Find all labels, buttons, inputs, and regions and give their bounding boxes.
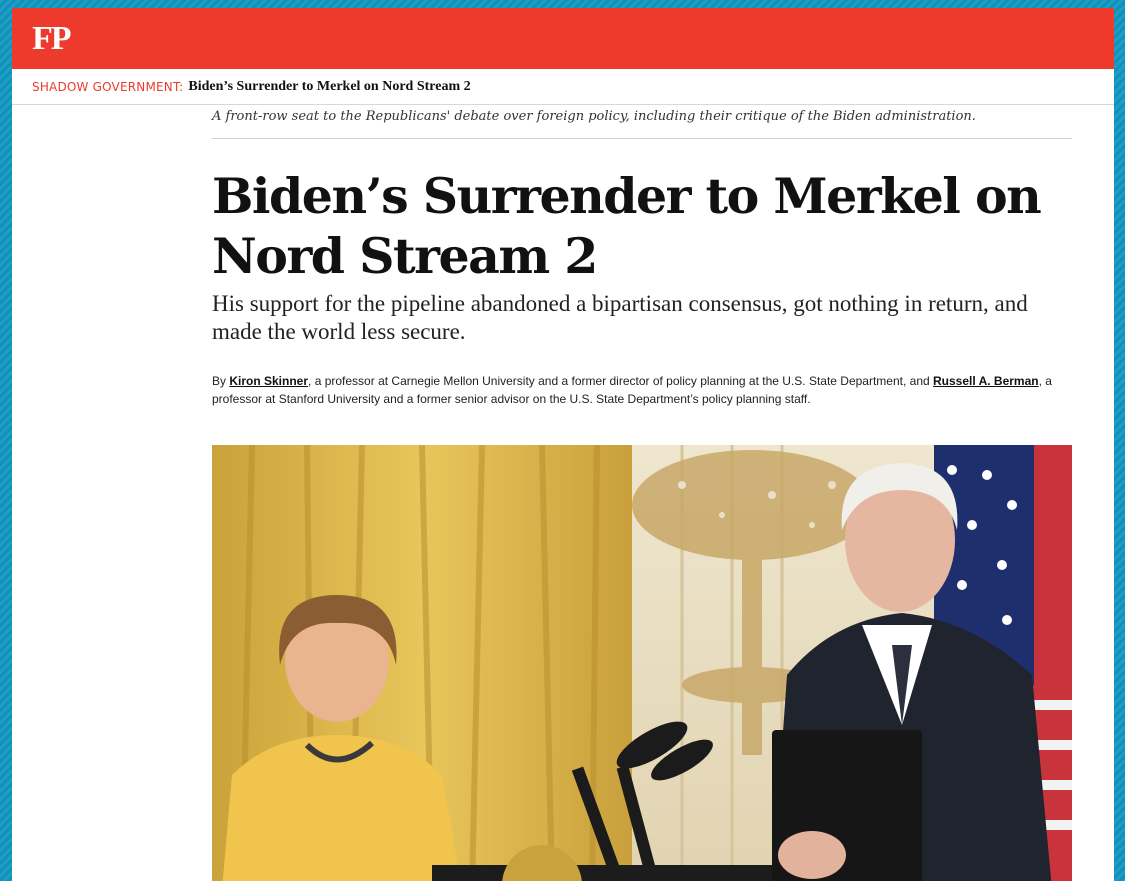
section-link[interactable]: SHADOW GOVERNMENT:	[32, 80, 183, 94]
article-photo	[212, 445, 1072, 881]
section-tagline: A front-row seat to the Republicans' deb…	[212, 105, 1072, 139]
section-article-title: Biden’s Surrender to Merkel on Nord Stre…	[188, 78, 471, 94]
author-1-description: , a professor at Carnegie Mellon Univers…	[308, 374, 934, 388]
author-link-1[interactable]: Kiron Skinner	[229, 374, 308, 388]
byline: By Kiron Skinner, a professor at Carnegi…	[212, 372, 1072, 408]
browser-page: FP SHADOW GOVERNMENT: Biden’s Surrender …	[12, 8, 1114, 881]
author-link-2[interactable]: Russell A. Berman	[933, 374, 1039, 388]
masthead: FP	[12, 8, 1114, 69]
article: A front-row seat to the Republicans' deb…	[212, 105, 1072, 408]
article-headline: Biden’s Surrender to Merkel on Nord Stre…	[212, 167, 1042, 285]
fp-logo[interactable]: FP	[32, 20, 72, 58]
news-photo-illustration	[212, 445, 1072, 881]
byline-prefix: By	[212, 374, 230, 388]
section-bar: SHADOW GOVERNMENT: Biden’s Surrender to …	[12, 69, 1114, 105]
article-dek: His support for the pipeline abandoned a…	[212, 291, 1028, 344]
